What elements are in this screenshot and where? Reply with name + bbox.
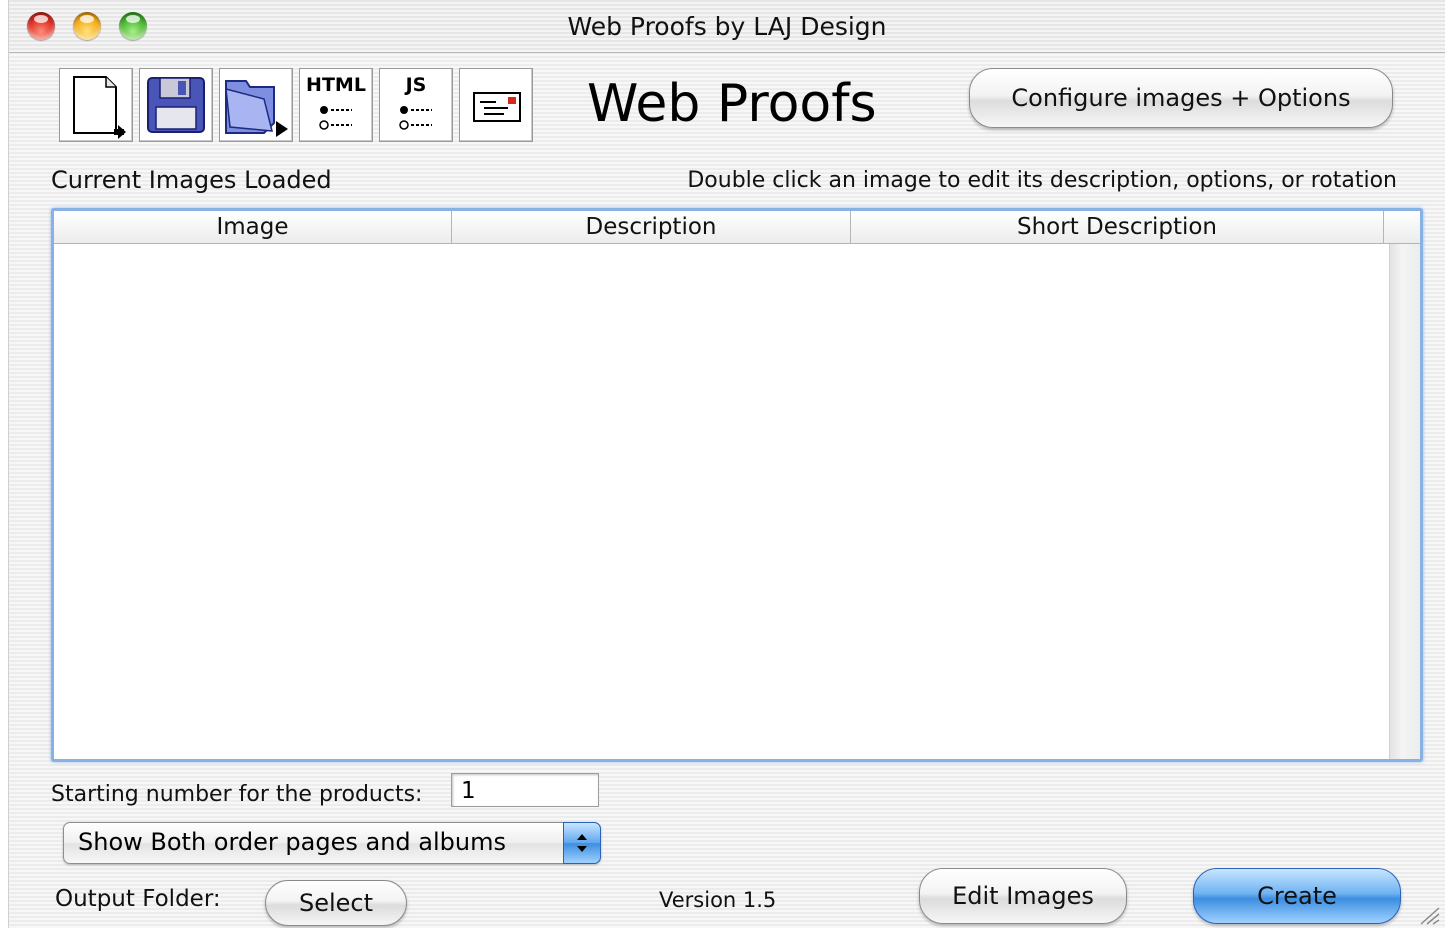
card-button[interactable] [459,68,533,142]
images-panel-hint: Double click an image to edit its descri… [687,168,1397,193]
vertical-scrollbar[interactable] [1389,244,1420,759]
table-body[interactable] [54,244,1389,759]
window-title: Web Proofs by LAJ Design [567,12,887,41]
save-button[interactable] [139,68,213,142]
column-header-image[interactable]: Image [54,211,452,243]
select-arrows-icon [563,822,601,864]
images-panel-title: Current Images Loaded [51,166,332,194]
edit-images-button[interactable]: Edit Images [919,868,1127,924]
version-label: Version 1.5 [659,888,777,912]
js-list-icon [399,106,432,130]
card-envelope-icon [473,92,521,122]
title-bar[interactable]: Web Proofs by LAJ Design [9,0,1445,53]
column-header-description[interactable]: Description [452,211,851,243]
column-header-short-description[interactable]: Short Description [851,211,1384,243]
js-export-button[interactable]: JS [379,68,453,142]
new-document-icon [73,76,126,139]
starting-number-label: Starting number for the products: [51,782,423,807]
save-disk-icon [147,77,205,133]
app-title: Web Proofs [587,74,877,134]
new-document-button[interactable] [59,68,133,142]
resize-grip-icon[interactable] [1417,904,1441,926]
html-list-icon [319,106,352,130]
create-button[interactable]: Create [1193,868,1401,924]
images-table[interactable]: Image Description Short Description [51,208,1423,762]
configure-options-button[interactable]: Configure images + Options [969,68,1393,128]
html-export-button[interactable]: HTML [299,68,373,142]
table-header: Image Description Short Description [54,211,1420,244]
output-folder-label: Output Folder: [55,886,221,912]
select-folder-button[interactable]: Select [265,880,407,926]
open-folder-button[interactable] [219,68,293,142]
starting-number-input[interactable]: 1 [451,773,599,807]
open-folder-icon [225,80,288,137]
main-window: Web Proofs by LAJ Design HTML JS Web Pro… [8,0,1445,928]
display-mode-value: Show Both order pages and albums [78,828,506,856]
display-mode-select[interactable]: Show Both order pages and albums [63,822,601,864]
